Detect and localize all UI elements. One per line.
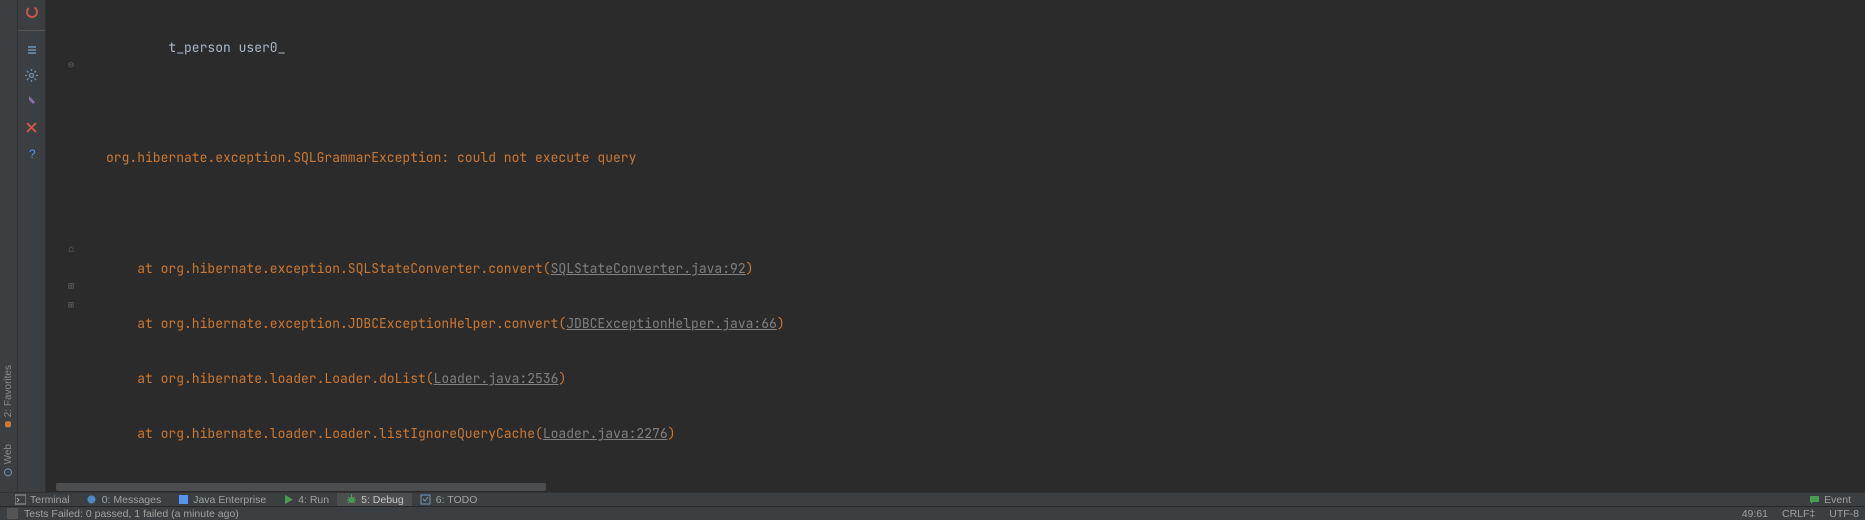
source-link[interactable]: Loader.java:2276	[543, 425, 668, 442]
console-toolbar: ?	[18, 0, 46, 492]
close-icon[interactable]	[24, 119, 40, 135]
left-vertical-tab-bar: 2: Favorites Web	[0, 0, 18, 492]
terminal-icon	[14, 494, 26, 506]
source-link[interactable]: SQLStateConverter.java:92	[551, 260, 746, 277]
settings-icon[interactable]	[24, 67, 40, 83]
tool-tab-messages[interactable]: 0: Messages	[78, 493, 170, 506]
tool-tab-todo[interactable]: 6: TODO	[412, 493, 486, 506]
tool-tab-label: 5: Debug	[361, 494, 404, 506]
tool-tab-terminal[interactable]: Terminal	[6, 493, 78, 506]
horizontal-scrollbar[interactable]	[46, 482, 953, 492]
cursor-position[interactable]: 49:61	[1742, 508, 1768, 520]
source-link[interactable]: Loader.java:2536	[434, 370, 559, 387]
tool-tab-label: 4: Run	[298, 494, 329, 506]
tool-tab-label: Terminal	[30, 494, 70, 506]
svg-text:?: ?	[29, 147, 36, 159]
console-output[interactable]: ⊖ ⌂ ⊞ ⊞ t_person user0_ org.hibernate.ex…	[46, 0, 1865, 492]
stack-trace-text: t_person user0_ org.hibernate.exception.…	[106, 2, 1865, 492]
divider	[18, 30, 45, 31]
up-stack-icon[interactable]	[24, 41, 40, 57]
event-log-icon	[1808, 494, 1820, 506]
fold-mark-icon[interactable]: ⊖	[66, 60, 76, 70]
help-icon[interactable]: ?	[24, 145, 40, 161]
trace-text: t_person user0_	[106, 39, 285, 56]
scrollbar-thumb[interactable]	[56, 483, 546, 491]
tests-status-icon	[6, 508, 18, 520]
sidebar-tab-label: Web	[3, 444, 14, 464]
expand-mark-icon[interactable]: ⊞	[66, 300, 76, 310]
star-icon	[6, 422, 12, 428]
tool-tab-label: Event	[1824, 494, 1851, 506]
expand-mark-icon[interactable]: ⊞	[66, 281, 76, 291]
file-encoding[interactable]: UTF-8	[1829, 508, 1859, 520]
debug-icon	[345, 494, 357, 506]
exception-line: org.hibernate.exception.SQLGrammarExcept…	[106, 149, 636, 166]
tool-tab-label: Java Enterprise	[193, 494, 266, 506]
tool-tab-java-ee[interactable]: Java Enterprise	[169, 493, 274, 506]
bottom-tool-bar: Terminal 0: Messages Java Enterprise 4: …	[0, 492, 1865, 506]
tool-tab-label: 0: Messages	[102, 494, 162, 506]
tool-tab-run[interactable]: 4: Run	[274, 493, 337, 506]
sidebar-tab-favorites[interactable]: 2: Favorites	[3, 365, 14, 427]
java-ee-icon	[177, 494, 189, 506]
tool-tab-event-log[interactable]: Event	[1800, 493, 1859, 506]
rerun-icon[interactable]	[24, 4, 40, 20]
tool-tab-debug[interactable]: 5: Debug	[337, 493, 412, 506]
line-separator[interactable]: CRLF‡	[1782, 508, 1815, 520]
status-bar: Tests Failed: 0 passed, 1 failed (a minu…	[0, 506, 1865, 520]
todo-icon	[420, 494, 432, 506]
editor-gutter: ⊖ ⌂ ⊞ ⊞	[66, 0, 80, 492]
globe-icon	[5, 468, 13, 476]
tool-tab-label: 6: TODO	[436, 494, 478, 506]
test-status-text: Tests Failed: 0 passed, 1 failed (a minu…	[24, 508, 239, 520]
source-link[interactable]: JDBCExceptionHelper.java:66	[566, 315, 777, 332]
sidebar-tab-web[interactable]: Web	[3, 444, 14, 476]
home-mark-icon[interactable]: ⌂	[66, 244, 76, 254]
pin-icon[interactable]	[24, 93, 40, 109]
messages-icon	[86, 494, 98, 506]
run-icon	[282, 494, 294, 506]
sidebar-tab-label: 2: Favorites	[3, 365, 14, 417]
